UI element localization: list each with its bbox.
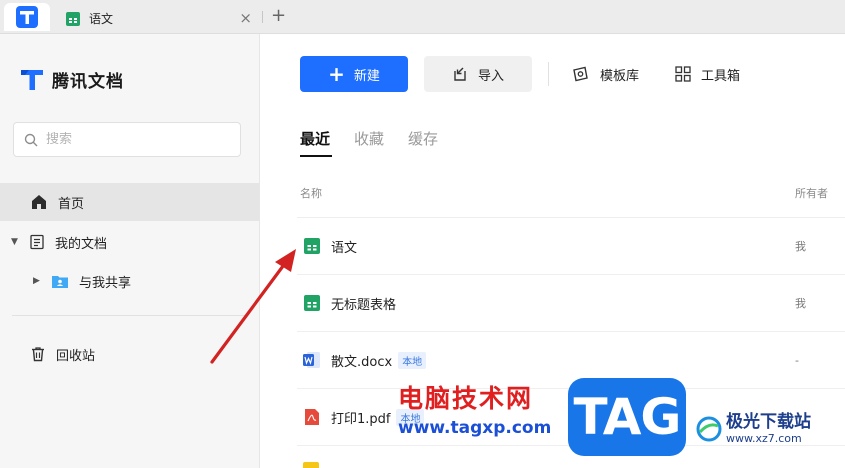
doc-tabs: 最近 收藏 缓存: [300, 128, 462, 157]
watermark-site: 电脑技术网 www.tagxp.com: [398, 384, 551, 440]
column-name-header[interactable]: 名称: [300, 187, 322, 200]
import-button-label: 导入: [477, 68, 504, 84]
toolbar-divider: [548, 62, 549, 86]
sidebar-divider: [12, 315, 248, 316]
watermark-xz: 极光下载站 www.xz7.com: [696, 412, 811, 446]
brand-name: 腾讯文档: [52, 71, 124, 92]
new-button-label: 新建: [353, 68, 380, 84]
file-owner: 我: [795, 297, 806, 310]
file-name: 散文.docx: [331, 354, 393, 370]
sheet-icon: [304, 238, 320, 254]
tab-close-icon[interactable]: ×: [239, 10, 252, 26]
aurora-logo-icon: [696, 416, 722, 442]
sidebar-item-label: 我的文档: [55, 236, 108, 252]
sidebar-item-label: 与我共享: [79, 275, 132, 291]
template-library-button[interactable]: 模板库: [572, 56, 639, 92]
tab-recent[interactable]: 最近: [300, 128, 333, 157]
watermark-tag-logo: TAG: [568, 378, 686, 456]
home-icon: [32, 195, 46, 209]
brand[interactable]: 腾讯文档: [19, 66, 124, 92]
tab-divider: [262, 11, 263, 23]
watermark-xz-url: www.xz7.com: [726, 432, 802, 445]
word-icon: [303, 352, 320, 368]
sidebar-item-home[interactable]: 首页: [0, 183, 259, 221]
tab-title: 语文: [89, 12, 114, 26]
tab-favorites[interactable]: 收藏: [354, 128, 384, 157]
sidebar-item-label: 回收站: [56, 348, 96, 364]
column-owner-header[interactable]: 所有者: [795, 185, 828, 201]
shared-folder-icon: [52, 276, 68, 288]
import-icon: [454, 67, 466, 81]
grid-apps-icon: [675, 66, 691, 82]
template-library-label: 模板库: [600, 68, 640, 84]
watermark-site-title: 电脑技术网: [398, 384, 534, 413]
file-owner: 我: [795, 240, 806, 253]
table-header: 名称 所有者: [300, 185, 845, 201]
sidebar-item-label: 首页: [58, 196, 85, 212]
file-name: 语文: [331, 240, 358, 256]
main-content: + 新建 导入 模板库 工具箱 最近 收藏 缓存 名称 所有者 语文 我 无标题…: [261, 34, 845, 468]
sidebar-item-trash[interactable]: 回收站: [0, 335, 259, 373]
tab-bar: 语文 × +: [0, 0, 845, 34]
sidebar: 腾讯文档 首页 ▼ 我的文档 ▶ 与我共享: [0, 34, 260, 468]
tab-document[interactable]: 语文 ×: [52, 3, 260, 34]
tencent-docs-logo-icon: [21, 70, 43, 90]
plus-icon: +: [328, 62, 345, 86]
table-row[interactable]: 散文.docx 本地 -: [297, 332, 845, 389]
watermark-xz-name: 极光下载站: [726, 412, 811, 432]
search-box[interactable]: [13, 122, 241, 157]
pdf-icon: [305, 409, 319, 425]
sidebar-item-shared[interactable]: ▶ 与我共享: [0, 262, 259, 300]
sheet-icon: [66, 11, 80, 26]
local-badge: 本地: [398, 351, 427, 369]
app-home-button[interactable]: [4, 3, 50, 31]
search-icon: [24, 133, 38, 146]
file-icon: [303, 462, 319, 468]
toolbox-label: 工具箱: [701, 68, 741, 84]
import-button[interactable]: 导入: [424, 56, 532, 92]
watermark-site-url: www.tagxp.com: [398, 418, 552, 438]
caret-down-icon[interactable]: ▼: [11, 237, 23, 247]
new-button[interactable]: + 新建: [300, 56, 408, 92]
sheet-icon: [304, 295, 320, 311]
table-row[interactable]: 语文 我: [297, 218, 845, 275]
file-name: 无标题表格: [331, 297, 397, 313]
toolbox-button[interactable]: 工具箱: [675, 56, 740, 92]
template-icon: [573, 66, 588, 82]
file-owner: -: [795, 353, 799, 367]
tab-cache[interactable]: 缓存: [408, 128, 438, 157]
trash-icon: [32, 347, 44, 362]
tencent-docs-logo-icon: [16, 6, 38, 28]
search-input[interactable]: [46, 132, 226, 147]
file-name: 打印1.pdf: [331, 411, 391, 427]
document-icon: [30, 234, 44, 250]
new-tab-icon[interactable]: +: [271, 6, 286, 26]
caret-right-icon[interactable]: ▶: [33, 276, 45, 286]
sidebar-item-my-docs[interactable]: ▼ 我的文档: [0, 223, 259, 261]
table-row[interactable]: 无标题表格 我: [297, 275, 845, 332]
